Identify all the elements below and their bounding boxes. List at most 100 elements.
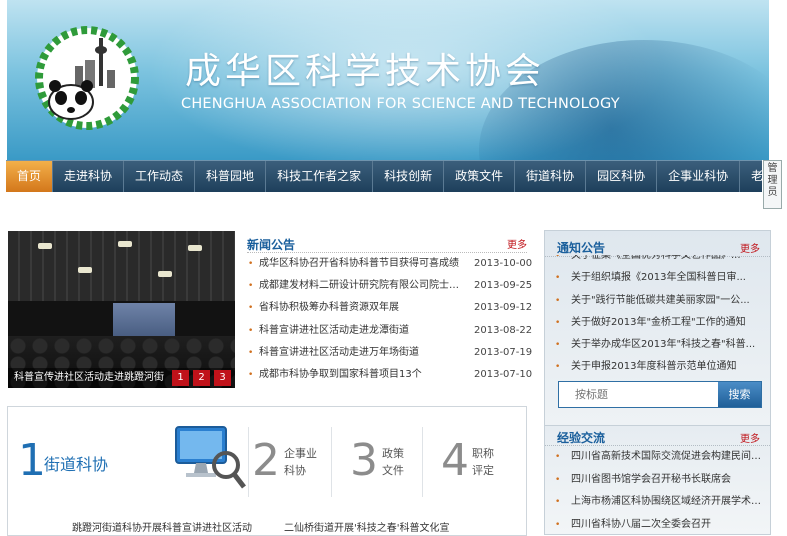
bullet-icon: • — [555, 267, 560, 289]
exchange-list: • 四川省高新技术国际交流促进会构建民间国际... • 四川省图书馆学会召开秘书… — [553, 446, 769, 536]
slide-photo-light — [188, 245, 202, 251]
feature-number-4: 4 — [441, 435, 469, 486]
search-input[interactable] — [563, 385, 713, 404]
exchange-link[interactable]: 上海市杨浦区科协围绕区域经济开展学术交流 — [571, 491, 769, 513]
nav-item-about[interactable]: 走进科协 — [53, 161, 124, 192]
bullet-icon: • — [555, 469, 560, 491]
feature-number-2: 2 — [252, 435, 280, 486]
computer-search-icon — [168, 419, 248, 493]
bullet-icon: • — [248, 275, 253, 297]
news-link[interactable]: 省科协积极筹办科普资源双年展 — [259, 297, 467, 319]
news-more-link[interactable]: 更多 — [507, 236, 527, 251]
news-date: 2013-07-10 — [474, 364, 532, 386]
notice-link[interactable]: 关于"践行节能低碳共建美丽家园"一公... — [571, 290, 767, 312]
admin-tab[interactable]: 管理员 — [763, 160, 782, 209]
bullet-icon: • — [555, 446, 560, 468]
feature-enterprise-line1[interactable]: 企事业 — [284, 445, 317, 462]
search-button[interactable]: 搜索 — [718, 382, 761, 407]
feature-divider — [422, 427, 423, 497]
main-nav: 首页 走进科协 工作动态 科普园地 科技工作者之家 科技创新 政策文件 街道科协… — [6, 160, 762, 192]
bullet-icon: • — [248, 297, 253, 319]
exchange-link[interactable]: 四川省高新技术国际交流促进会构建民间国际... — [571, 446, 769, 468]
feature-title-eval-line1[interactable]: 职称 — [472, 445, 494, 462]
list-item[interactable]: • 关于组织填报《2013年全国科普日审... — [553, 267, 767, 289]
slide-photo-light — [78, 267, 92, 273]
nav-item-work-news[interactable]: 工作动态 — [124, 161, 195, 192]
bullet-icon: • — [248, 320, 253, 342]
bullet-icon: • — [555, 255, 560, 267]
feature-enterprise-line2[interactable]: 科协 — [284, 462, 306, 479]
news-row[interactable]: • 成都市科协争取到国家科普项目13个 2013-07-10 — [247, 364, 527, 386]
notice-link[interactable]: 关于征集《全国优秀科学文艺作品》... — [571, 255, 767, 267]
bullet-icon: • — [555, 491, 560, 513]
notice-link[interactable]: 关于做好2013年"金桥工程"工作的通知 — [571, 312, 767, 334]
news-header: 新闻公告 更多 — [247, 231, 527, 253]
news-link[interactable]: 成都建发材料二研设计研究院有限公司院士（... — [259, 275, 467, 297]
list-item[interactable]: • 关于做好2013年"金桥工程"工作的通知 — [553, 312, 767, 334]
slide-photo-light — [118, 241, 132, 247]
list-item[interactable]: • 关于举办成华区2013年"科技之春"科普... — [553, 334, 767, 356]
news-date: 2013-08-22 — [474, 320, 532, 342]
exchange-link[interactable]: 四川省科协八届二次全委会召开 — [571, 514, 769, 536]
notice-link[interactable]: 关于申报2013年度科普示范单位通知 — [571, 356, 767, 372]
feature-divider — [248, 427, 249, 497]
news-title: 新闻公告 — [247, 236, 295, 253]
list-item[interactable]: • 关于申报2013年度科普示范单位通知 — [553, 356, 767, 372]
list-item[interactable]: • 上海市杨浦区科协围绕区域经济开展学术交流 — [553, 491, 769, 514]
bullet-icon: • — [555, 334, 560, 356]
news-link[interactable]: 科普宣讲进社区活动走进万年场街道 — [259, 342, 467, 364]
notice-more-link[interactable]: 更多 — [740, 240, 760, 255]
bullet-icon: • — [555, 356, 560, 372]
nav-item-home[interactable]: 首页 — [6, 161, 53, 192]
association-logo[interactable] — [35, 26, 139, 130]
nav-item-policy[interactable]: 政策文件 — [444, 161, 515, 192]
news-link[interactable]: 成华区科协召开省科协科普节目获得可喜成绩 — [259, 253, 467, 275]
exchange-panel: 经验交流 更多 • 四川省高新技术国际交流促进会构建民间国际... • 四川省图… — [544, 425, 771, 535]
news-section: 新闻公告 更多 • 成华区科协召开省科协科普节目获得可喜成绩 2013-10-0… — [247, 231, 527, 386]
slide-pager: 1 2 3 — [172, 370, 231, 386]
news-row[interactable]: • 科普宣讲进社区活动走进龙潭街道 2013-08-22 — [247, 320, 527, 342]
news-row[interactable]: • 省科协积极筹办科普资源双年展 2013-09-12 — [247, 297, 527, 319]
slide-dot-3[interactable]: 3 — [214, 370, 231, 386]
notice-link[interactable]: 关于组织填报《2013年全国科普日审... — [571, 267, 767, 289]
nav-item-park[interactable]: 园区科协 — [586, 161, 657, 192]
feature-street-association[interactable]: 街道科协 — [44, 451, 108, 475]
news-row[interactable]: • 科普宣讲进社区活动走进万年场街道 2013-07-19 — [247, 342, 527, 364]
search-box: 搜索 — [558, 381, 762, 408]
nav-item-innovation[interactable]: 科技创新 — [373, 161, 444, 192]
exchange-more-link[interactable]: 更多 — [740, 430, 760, 445]
news-date: 2013-10-00 — [474, 253, 532, 275]
notice-list: • 关于征集《全国优秀科学文艺作品》... • 关于组织填报《2013年全国科普… — [553, 255, 767, 372]
nav-item-science-garden[interactable]: 科普园地 — [195, 161, 266, 192]
feature-title-eval-line2[interactable]: 评定 — [472, 462, 494, 479]
slide-dot-2[interactable]: 2 — [193, 370, 210, 386]
exchange-title: 经验交流 — [557, 429, 605, 446]
bullet-icon: • — [248, 342, 253, 364]
nav-item-workers-home[interactable]: 科技工作者之家 — [266, 161, 373, 192]
feature-divider — [331, 427, 332, 497]
list-item[interactable]: • 四川省高新技术国际交流促进会构建民间国际... — [553, 446, 769, 469]
feature-policy-line1[interactable]: 政策 — [382, 445, 404, 462]
photo-slider[interactable]: 科普宣传进社区活动走进跳蹬河街 1 2 3 — [8, 231, 235, 388]
site-subtitle: CHENGHUA ASSOCIATION FOR SCIENCE AND TEC… — [181, 96, 620, 112]
news-row[interactable]: • 成都建发材料二研设计研究院有限公司院士（... 2013-09-25 — [247, 275, 527, 297]
bullet-icon: • — [555, 514, 560, 536]
header-banner: 成华区科学技术协会 CHENGHUA ASSOCIATION FOR SCIEN… — [7, 0, 769, 160]
list-item[interactable]: • 四川省科协八届二次全委会召开 — [553, 514, 769, 536]
notice-link[interactable]: 关于举办成华区2013年"科技之春"科普... — [571, 334, 767, 356]
news-link[interactable]: 成都市科协争取到国家科普项目13个 — [259, 364, 467, 386]
list-item[interactable]: • 关于征集《全国优秀科学文艺作品》... — [553, 255, 767, 267]
site-title: 成华区科学技术协会 — [185, 42, 545, 94]
news-link[interactable]: 科普宣讲进社区活动走进龙潭街道 — [259, 320, 467, 342]
nav-item-enterprise[interactable]: 企事业科协 — [657, 161, 740, 192]
slide-dot-1[interactable]: 1 — [172, 370, 189, 386]
bullet-icon: • — [555, 312, 560, 334]
feature-link-2[interactable]: 二仙桥街道开展'科技之春'科普文化宣 — [284, 519, 450, 534]
list-item[interactable]: • 关于"践行节能低碳共建美丽家园"一公... — [553, 290, 767, 312]
news-row[interactable]: • 成华区科协召开省科协科普节目获得可喜成绩 2013-10-00 — [247, 253, 527, 275]
list-item[interactable]: • 四川省图书馆学会召开秘书长联席会 — [553, 469, 769, 492]
exchange-link[interactable]: 四川省图书馆学会召开秘书长联席会 — [571, 469, 769, 491]
nav-item-street[interactable]: 街道科协 — [515, 161, 586, 192]
feature-link-1[interactable]: 跳蹬河街道科协开展科普宣讲进社区活动 — [72, 519, 252, 534]
feature-policy-line2[interactable]: 文件 — [382, 462, 404, 479]
